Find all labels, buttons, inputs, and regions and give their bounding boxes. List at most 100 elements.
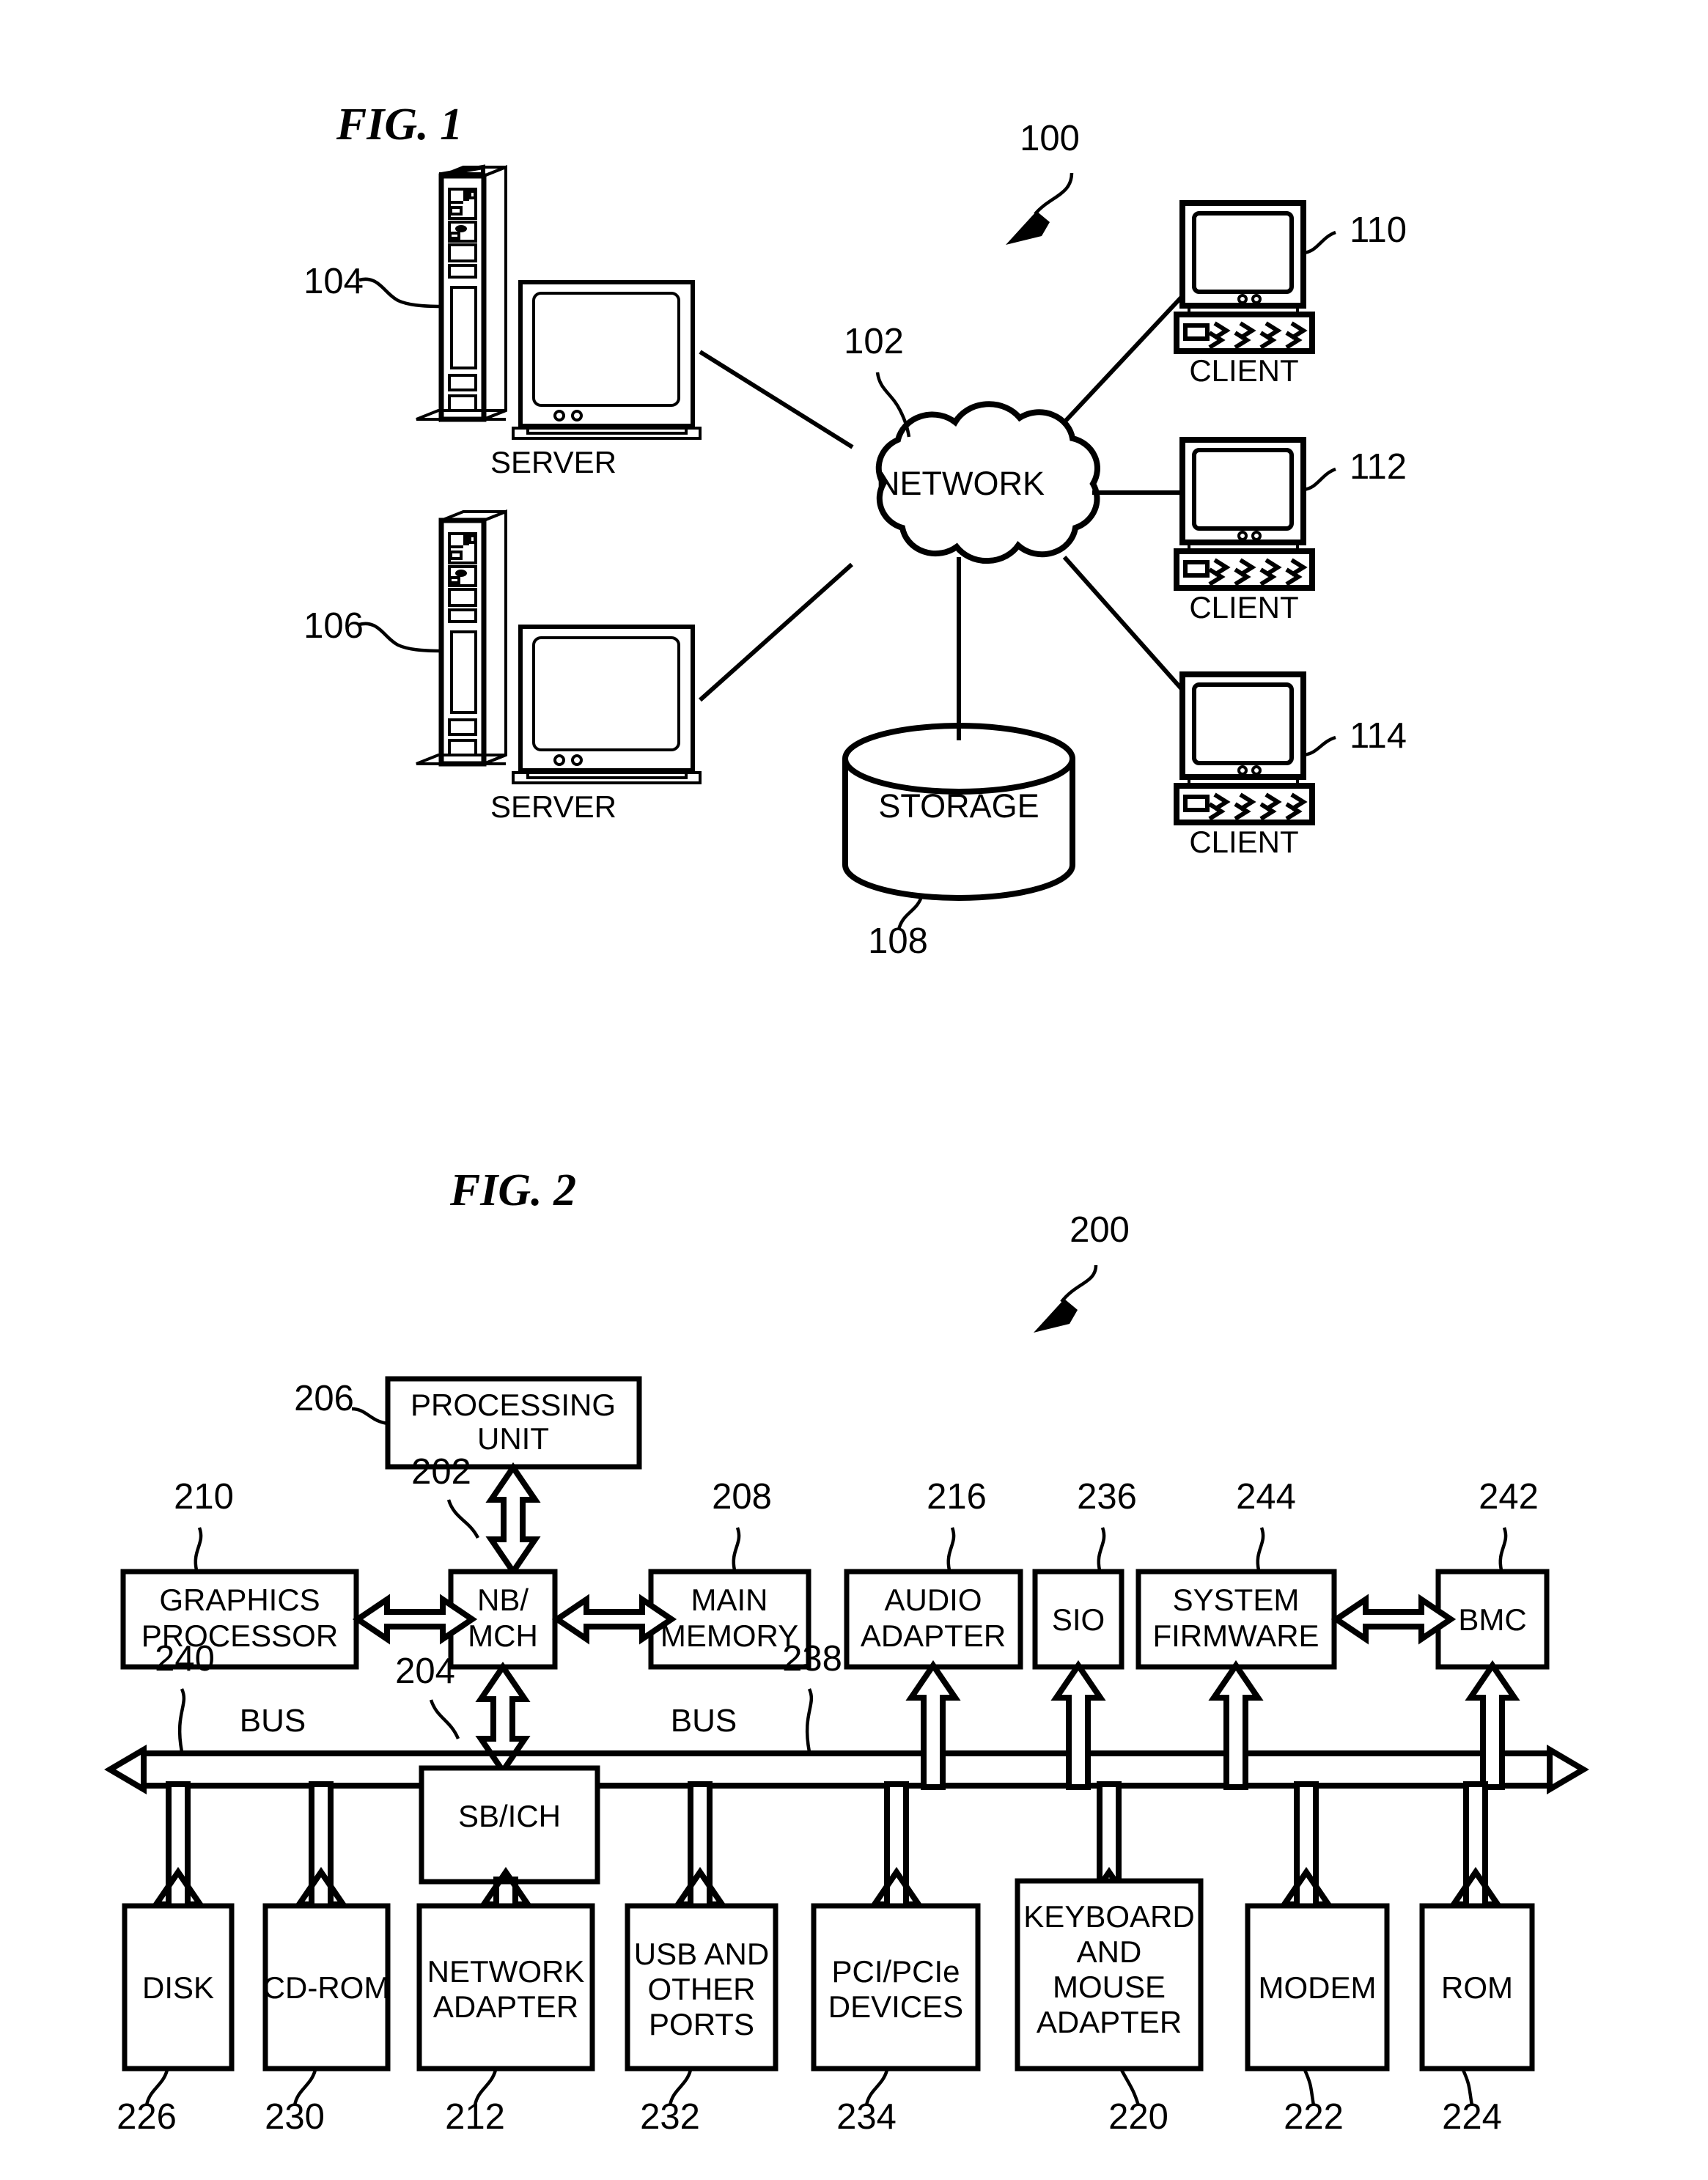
server-monitor-icon-2: [512, 625, 702, 784]
client-112-label: CLIENT: [1189, 590, 1298, 625]
usb-ports-label-3: PORTS: [649, 2007, 754, 2041]
client-keyboard-icon-1: [1174, 312, 1315, 354]
cdrom-label: CD-ROM: [263, 1970, 390, 2005]
figure-1: FIG. 1 100 SERVER 104 SERVER 106 NETWORK…: [303, 100, 1407, 961]
ref-240: 240: [155, 1639, 215, 1679]
server-tower-icon: [416, 164, 507, 422]
client-monitor-icon-1: [1179, 200, 1306, 314]
system-firmware-box: SYSTEM FIRMWARE: [1135, 1569, 1337, 1670]
server-tower-icon-2: [416, 509, 507, 767]
network-cloud: NETWORK 102: [844, 322, 1100, 564]
audio-adapter-label-1: AUDIO: [884, 1583, 982, 1617]
audio-adapter-box: AUDIO ADAPTER: [844, 1569, 1023, 1670]
client-110-label: CLIENT: [1189, 353, 1298, 388]
bus-left-label: BUS: [240, 1703, 306, 1739]
figure-2: FIG. 2 200 PROCESSING UNIT 206 202 GRAPH…: [104, 1166, 1589, 2137]
storage-label: STORAGE: [878, 787, 1039, 825]
ref-210: 210: [174, 1477, 234, 1517]
link-network-client110: [1061, 295, 1184, 426]
ref-204: 204: [395, 1651, 455, 1691]
ref-208: 208: [712, 1477, 772, 1517]
disk-box: DISK: [122, 1903, 235, 2072]
modem-box: MODEM: [1245, 1903, 1390, 2072]
arrow-sysfw-bmc: [1330, 1594, 1457, 1645]
client-monitor-icon-2: [1179, 437, 1306, 551]
arrow-bus-bmc: [1465, 1660, 1520, 1790]
arrow-bus-audioadapter: [905, 1660, 961, 1790]
nb-mch-label-1: NB/: [477, 1583, 529, 1617]
modem-label: MODEM: [1259, 1970, 1377, 2005]
ref-242: 242: [1479, 1477, 1539, 1517]
client-110: CLIENT 110: [1174, 200, 1407, 388]
sb-ich-box: SB/ICH: [419, 1765, 600, 1885]
arrow-bus-modem: [1278, 1781, 1334, 1907]
pci-pcie-box: PCI/PCIe DEVICES: [811, 1903, 981, 2072]
link-server104-network: [699, 350, 854, 449]
ref-238: 238: [782, 1639, 842, 1679]
client-112: CLIENT 112: [1174, 437, 1407, 625]
graphics-processor-label-1: GRAPHICS: [159, 1583, 320, 1617]
processing-unit-label-1: PROCESSING: [411, 1388, 616, 1422]
nb-mch-label-2: MCH: [468, 1619, 538, 1653]
ref-100: 100: [1020, 119, 1080, 158]
main-memory-label-1: MAIN: [691, 1583, 768, 1617]
network-adapter-label-2: ADAPTER: [433, 1989, 578, 2024]
sio-box: SIO: [1032, 1569, 1124, 1670]
processing-unit-label-2: UNIT: [477, 1421, 549, 1456]
network-adapter-label-1: NETWORK: [427, 1954, 585, 1989]
ref-236: 236: [1077, 1477, 1137, 1517]
system-firmware-label-2: FIRMWARE: [1152, 1619, 1319, 1653]
network-label: NETWORK: [876, 465, 1045, 502]
arrow-bus-sio: [1050, 1660, 1106, 1790]
disk-label: DISK: [142, 1970, 214, 2005]
bus-right-label: BUS: [671, 1703, 737, 1739]
ref-216: 216: [927, 1477, 987, 1517]
figure-2-title: FIG. 2: [449, 1166, 576, 1215]
link-server106-network: [699, 562, 853, 702]
server-top-label: SERVER: [490, 445, 616, 479]
ref-244: 244: [1236, 1477, 1296, 1517]
usb-ports-label-1: USB AND: [634, 1937, 769, 1971]
server-bottom: SERVER 106: [303, 509, 702, 824]
system-firmware-label-1: SYSTEM: [1173, 1583, 1300, 1617]
client-monitor-icon-3: [1179, 671, 1306, 786]
client-keyboard-icon-3: [1174, 783, 1315, 825]
arrow-pu-nbmch: [485, 1462, 541, 1577]
bmc-label: BMC: [1458, 1602, 1526, 1637]
sio-label: SIO: [1052, 1602, 1105, 1637]
ref-202: 202: [411, 1452, 471, 1492]
ref-206: 206: [294, 1379, 354, 1418]
arrow-bus-usbports: [672, 1781, 728, 1907]
keyboard-mouse-adapter-box: KEYBOARD AND MOUSE ADAPTER: [1015, 1878, 1204, 2072]
arrow-bus-pcipcie: [869, 1781, 924, 1907]
keyboard-mouse-label-4: ADAPTER: [1037, 2005, 1182, 2039]
figure-1-title: FIG. 1: [336, 100, 463, 150]
client-114-label: CLIENT: [1189, 825, 1298, 859]
ref-102: 102: [844, 322, 904, 361]
ref-106: 106: [303, 606, 364, 646]
client-keyboard-icon-2: [1174, 548, 1315, 591]
storage-node: STORAGE 108: [842, 723, 1075, 961]
keyboard-mouse-label-3: MOUSE: [1053, 1970, 1166, 2004]
audio-adapter-label-2: ADAPTER: [861, 1619, 1006, 1653]
client-114: CLIENT 114: [1174, 671, 1407, 859]
ref-104: 104: [303, 262, 364, 301]
server-top: SERVER 104: [303, 164, 702, 479]
ref-110: 110: [1350, 210, 1407, 250]
keyboard-mouse-label-2: AND: [1077, 1934, 1142, 1969]
arrow-bus-disk: [150, 1781, 206, 1907]
sb-ich-label: SB/ICH: [458, 1799, 561, 1833]
arrow-bus-cdrom: [293, 1781, 349, 1907]
keyboard-mouse-label-1: KEYBOARD: [1023, 1899, 1194, 1934]
server-monitor-icon: [512, 280, 702, 440]
server-bottom-label: SERVER: [490, 789, 616, 824]
usb-ports-label-2: OTHER: [648, 1972, 756, 2006]
ref-112: 112: [1350, 447, 1407, 487]
ref-114: 114: [1350, 716, 1407, 756]
rom-box: ROM: [1419, 1903, 1535, 2072]
arrow-bus-systemfirmware: [1208, 1660, 1264, 1790]
network-adapter-box: NETWORK ADAPTER: [416, 1903, 595, 2072]
arrow-bus-rom: [1448, 1781, 1503, 1907]
arrow-gp-nbmch: [352, 1594, 478, 1645]
patent-figure-sheet: FIG. 1 100 SERVER 104 SERVER 106 NETWORK…: [0, 0, 1708, 2180]
